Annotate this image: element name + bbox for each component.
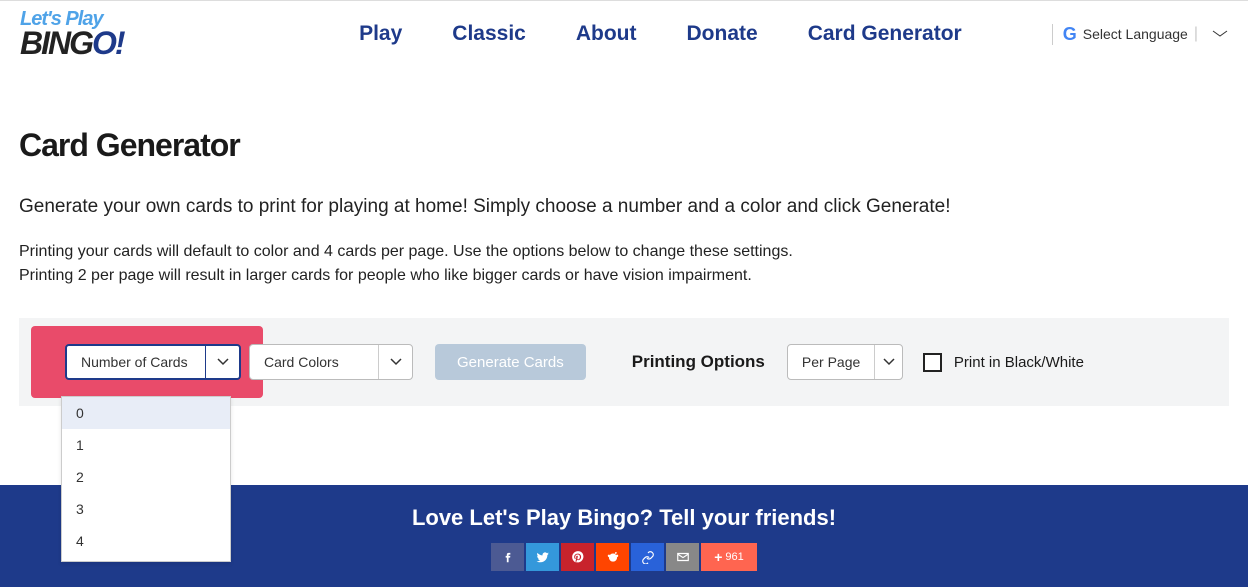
- per-page-select[interactable]: Per Page: [787, 344, 903, 380]
- nav-card-generator[interactable]: Card Generator: [808, 22, 962, 46]
- bw-checkbox[interactable]: [923, 353, 942, 372]
- pinterest-icon[interactable]: [561, 543, 594, 571]
- nav-play[interactable]: Play: [359, 22, 402, 46]
- chevron-down-icon: [205, 346, 239, 378]
- language-selector[interactable]: G Select Language |: [1052, 24, 1228, 45]
- logo[interactable]: Let's Play BINGO!: [20, 9, 124, 59]
- google-icon: G: [1063, 24, 1077, 45]
- addthis-share[interactable]: + 961: [701, 543, 757, 571]
- bw-checkbox-wrap[interactable]: Print in Black/White: [923, 353, 1084, 372]
- nav-classic[interactable]: Classic: [452, 22, 526, 46]
- header: Let's Play BINGO! Play Classic About Don…: [0, 1, 1248, 67]
- nav-donate[interactable]: Donate: [687, 22, 758, 46]
- select-label: Number of Cards: [67, 346, 202, 378]
- generate-cards-button[interactable]: Generate Cards: [435, 344, 586, 380]
- bw-checkbox-label: Print in Black/White: [954, 354, 1084, 371]
- facebook-icon[interactable]: [491, 543, 524, 571]
- main-content: Card Generator Generate your own cards t…: [0, 127, 1248, 406]
- main-nav: Play Classic About Donate Card Generator…: [359, 22, 1228, 46]
- email-icon[interactable]: [666, 543, 699, 571]
- language-label: Select Language: [1083, 26, 1188, 42]
- intro-text-2: Printing your cards will default to colo…: [19, 240, 1229, 288]
- plus-icon: +: [714, 549, 722, 565]
- chevron-down-icon: [378, 345, 412, 379]
- chevron-down-icon: [874, 345, 902, 379]
- page-title: Card Generator: [19, 127, 1229, 164]
- share-count: 961: [725, 551, 743, 563]
- reddit-icon[interactable]: [596, 543, 629, 571]
- dropdown-option[interactable]: 1: [62, 429, 230, 461]
- dropdown-option[interactable]: [62, 557, 230, 561]
- link-icon[interactable]: [631, 543, 664, 571]
- nav-about[interactable]: About: [576, 22, 637, 46]
- number-of-cards-select[interactable]: Number of Cards: [65, 344, 241, 380]
- dropdown-option[interactable]: 3: [62, 493, 230, 525]
- dropdown-option[interactable]: 4: [62, 525, 230, 557]
- twitter-icon[interactable]: [526, 543, 559, 571]
- logo-bottom: BINGO!: [20, 27, 124, 59]
- select-label: Per Page: [788, 345, 874, 379]
- dropdown-option[interactable]: 2: [62, 461, 230, 493]
- card-colors-select[interactable]: Card Colors: [249, 344, 413, 380]
- intro-text-1: Generate your own cards to print for pla…: [19, 196, 1229, 218]
- number-dropdown[interactable]: 0 1 2 3 4: [61, 396, 231, 562]
- printing-options-label: Printing Options: [632, 352, 765, 372]
- controls-bar: Number of Cards Card Colors Generate Car…: [19, 318, 1229, 406]
- select-label: Card Colors: [250, 345, 353, 379]
- chevron-down-icon: [1212, 25, 1228, 43]
- dropdown-option[interactable]: 0: [62, 397, 230, 429]
